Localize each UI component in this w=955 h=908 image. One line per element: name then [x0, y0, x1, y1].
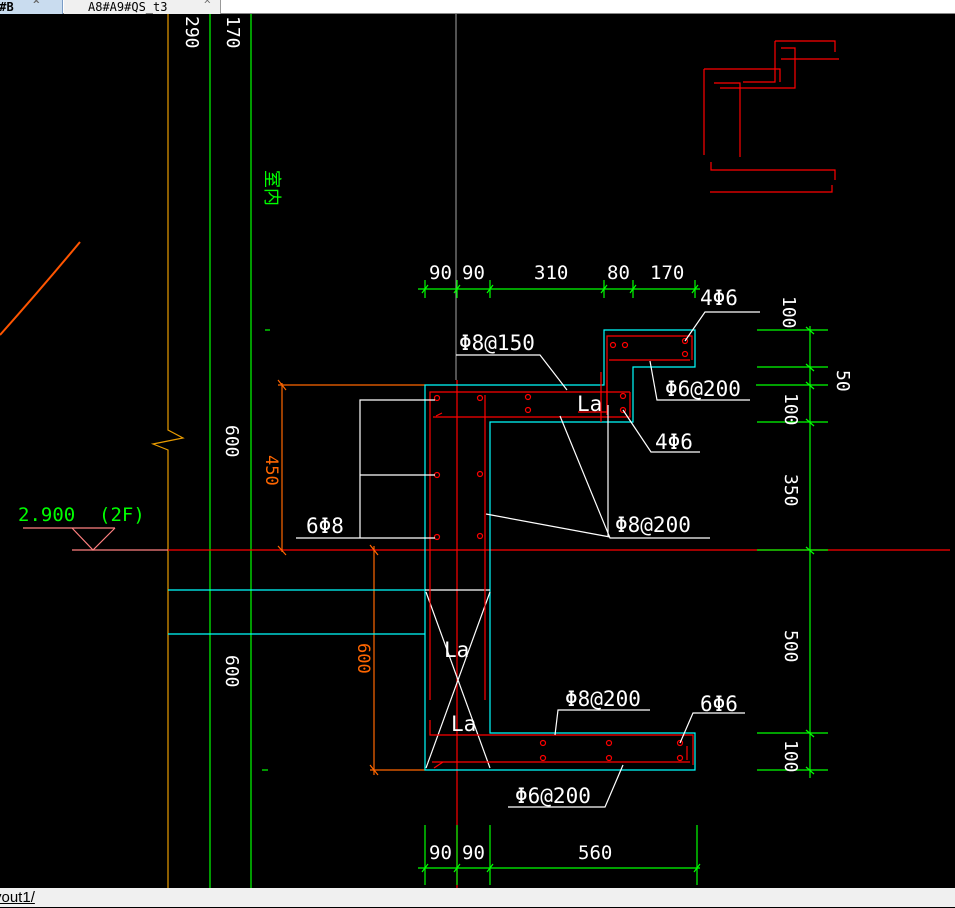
rebar-dot	[619, 392, 627, 400]
rebar-dot	[605, 739, 613, 747]
level-elevation: 2.900	[18, 504, 75, 526]
rebar-dot	[476, 394, 484, 402]
right-dim-4: 350	[780, 474, 801, 507]
rebar-dot	[539, 754, 547, 762]
rebars	[429, 40, 839, 769]
label-beam-bars: 4Φ6	[655, 430, 693, 454]
level-marker: 2.900 (2F)	[18, 504, 145, 551]
dim-wall-upper: 600	[221, 425, 242, 458]
tab-label: 3#B	[0, 0, 14, 14]
right-dim-6: 100	[780, 740, 801, 773]
anchor-label-low: La	[451, 712, 476, 736]
cad-drawing-canvas[interactable]: 290 170 室内 600 600 2.900 (2F) 450 600 La…	[0, 14, 955, 888]
right-dim-1: 100	[778, 296, 799, 329]
label-upper-bars: 4Φ6	[700, 286, 738, 310]
orange-dimensions	[277, 379, 425, 776]
level-floor: (2F)	[99, 504, 145, 526]
rebar-dot	[476, 470, 484, 478]
top-dim-1: 90	[429, 262, 452, 284]
label-bottom-dist: Φ6@200	[515, 784, 591, 808]
rebar-dot	[605, 754, 613, 762]
bottom-dim-3: 560	[578, 842, 612, 864]
dim-wall-lower: 600	[221, 655, 242, 688]
tab-label: A8#A9#QS_t3	[88, 0, 168, 14]
document-tab-bar: 3#B ^ A8#A9#QS_t3 ^	[0, 0, 955, 14]
bottom-dim-1: 90	[429, 842, 452, 864]
rebar-dot	[621, 341, 629, 349]
dim-290: 290	[181, 16, 202, 49]
top-dim-2: 90	[462, 262, 485, 284]
rebar-dot	[524, 393, 532, 401]
rebar-dot	[433, 533, 441, 541]
rebar-dot	[433, 471, 441, 479]
tab-3b[interactable]: 3#B ^	[0, 0, 63, 14]
bottom-dimension-line	[418, 825, 701, 885]
right-dim-3: 100	[780, 393, 801, 426]
label-column-bars: 6Φ8	[306, 514, 344, 538]
rebar-dot	[539, 739, 547, 747]
top-dim-4: 80	[607, 262, 630, 284]
top-dim-3: 310	[534, 262, 568, 284]
rebar-dot	[681, 350, 689, 358]
anchor-label-mid: La	[444, 638, 469, 662]
right-dim-5: 500	[780, 630, 801, 663]
top-dim-5: 170	[650, 262, 684, 284]
dim-170: 170	[222, 16, 243, 49]
rebar-dot	[524, 406, 532, 414]
tab-layout1[interactable]: yout1/	[0, 888, 35, 907]
right-dim-2: 50	[832, 370, 853, 392]
rebar-dot	[676, 754, 684, 762]
bottom-dim-2: 90	[462, 842, 485, 864]
dim-beam-height: 450	[261, 455, 281, 486]
label-top-stirrup: Φ8@150	[459, 331, 535, 355]
rebar-dot	[433, 394, 441, 402]
label-bottom-bars: 6Φ6	[700, 692, 738, 716]
tab-a8a9qs[interactable]: A8#A9#QS_t3 ^	[64, 0, 221, 14]
label-bottom-stirrup: Φ8@200	[565, 687, 641, 711]
dim-slab-drop: 600	[353, 643, 373, 674]
layout-tab-bar: yout1/	[0, 888, 955, 907]
axis-lines	[0, 14, 950, 888]
rebar-dot	[609, 341, 617, 349]
label-beam-stirrup: Φ8@200	[615, 513, 691, 537]
label-upper-dist: Φ6@200	[665, 377, 741, 401]
tab-collapse-icon[interactable]: ^	[204, 0, 211, 12]
room-label: 室内	[261, 170, 282, 206]
rebar-dot	[476, 532, 484, 540]
